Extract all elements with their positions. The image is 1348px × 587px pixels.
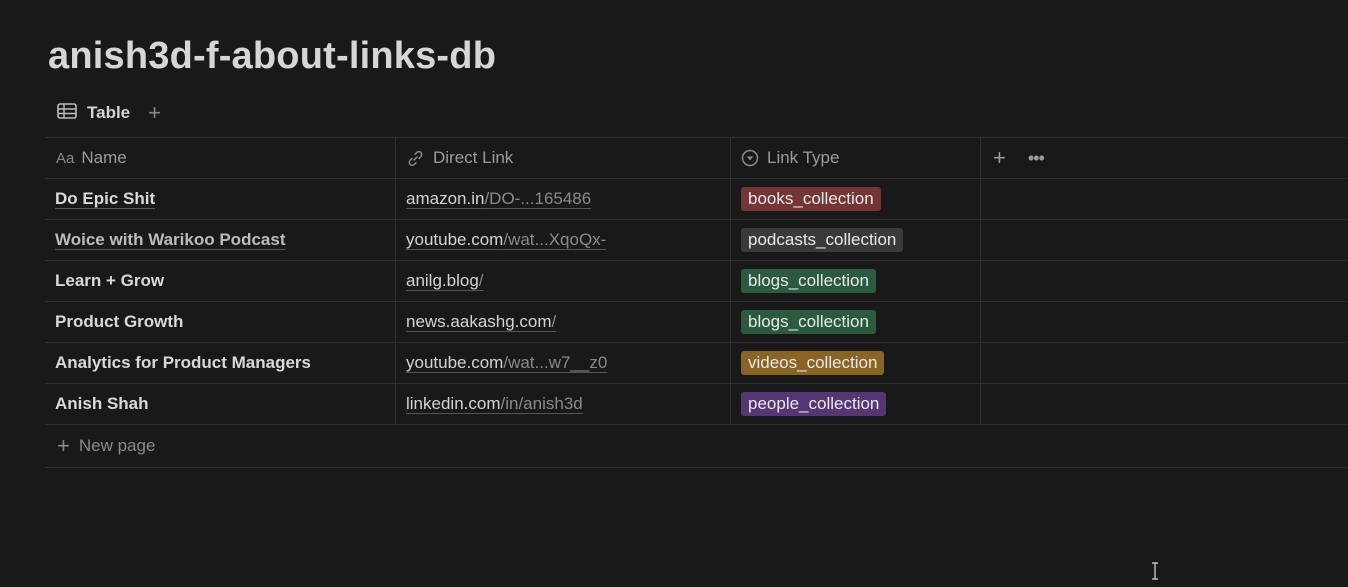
link-path: /wat...XqoQx- [503, 230, 607, 249]
table-icon [57, 102, 77, 124]
row-link[interactable]: youtube.com/wat...XqoQx- [406, 230, 606, 250]
link-host: amazon.in [406, 189, 485, 208]
more-options-icon[interactable]: ••• [1028, 148, 1045, 169]
name-cell[interactable]: Learn + Grow [45, 261, 396, 301]
table-row[interactable]: Product Growth news.aakashg.com/ blogs_c… [45, 302, 1348, 343]
header-actions: + ••• [981, 138, 1348, 178]
type-tag: blogs_collection [741, 269, 876, 293]
type-cell[interactable]: blogs_collection [731, 261, 981, 301]
link-path: /in/anish3d [500, 394, 583, 413]
type-cell[interactable]: videos_collection [731, 343, 981, 383]
row-link[interactable]: youtube.com/wat...w7__z0 [406, 353, 607, 373]
link-host: linkedin.com [406, 394, 501, 413]
page: anish3d-f-about-links-db Table + Aa Name [0, 0, 1348, 587]
link-cell[interactable]: youtube.com/wat...w7__z0 [396, 343, 731, 383]
new-page-label: New page [78, 436, 156, 455]
table-row[interactable]: Anish Shah linkedin.com/in/anish3d peopl… [45, 384, 1348, 425]
column-name-label: Name [81, 148, 127, 167]
type-cell[interactable]: books_collection [731, 179, 981, 219]
empty-cell [981, 302, 1348, 342]
link-host: news.aakashg.com [406, 312, 552, 331]
link-cell[interactable]: news.aakashg.com/ [396, 302, 731, 342]
row-name[interactable]: Analytics for Product Managers [55, 353, 311, 373]
link-host: anilg.blog [406, 271, 479, 290]
row-link[interactable]: linkedin.com/in/anish3d [406, 394, 583, 414]
link-host: youtube.com [406, 230, 504, 249]
table-row[interactable]: Learn + Grow anilg.blog/ blogs_collectio… [45, 261, 1348, 302]
add-property-icon[interactable]: + [993, 147, 1006, 169]
row-name[interactable]: Product Growth [55, 312, 183, 332]
link-path: / [478, 271, 484, 290]
column-header-name[interactable]: Aa Name [45, 138, 396, 178]
view-tabs: Table + [57, 99, 161, 127]
column-header-link[interactable]: Direct Link [396, 138, 731, 178]
type-tag: books_collection [741, 187, 881, 211]
table-row[interactable]: Do Epic Shit amazon.in/DO-...165486 book… [45, 179, 1348, 220]
row-link[interactable]: amazon.in/DO-...165486 [406, 189, 591, 209]
empty-cell [981, 261, 1348, 301]
type-tag: videos_collection [741, 351, 885, 375]
row-name[interactable]: Do Epic Shit [55, 189, 155, 209]
column-header-type[interactable]: Link Type [731, 138, 981, 178]
link-icon [406, 149, 425, 168]
row-name[interactable]: Woice with Warikoo Podcast [55, 230, 285, 250]
empty-cell [981, 384, 1348, 424]
tab-table-label: Table [87, 103, 131, 122]
link-path: / [551, 312, 557, 331]
text-property-icon: Aa [56, 149, 75, 167]
row-link[interactable]: news.aakashg.com/ [406, 312, 556, 332]
tab-table-view[interactable]: Table [57, 102, 131, 124]
link-cell[interactable]: youtube.com/wat...XqoQx- [396, 220, 731, 260]
link-cell[interactable]: amazon.in/DO-...165486 [396, 179, 731, 219]
name-cell[interactable]: Analytics for Product Managers [45, 343, 396, 383]
type-cell[interactable]: people_collection [731, 384, 981, 424]
plus-icon: + [57, 433, 70, 458]
row-link[interactable]: anilg.blog/ [406, 271, 484, 291]
column-link-label: Direct Link [433, 148, 514, 167]
type-cell[interactable]: blogs_collection [731, 302, 981, 342]
type-tag: podcasts_collection [741, 228, 904, 252]
link-path: /DO-...165486 [484, 189, 592, 208]
database-table: Aa Name Direct Link Link Type + ••• Do E… [45, 137, 1348, 468]
row-name[interactable]: Learn + Grow [55, 271, 164, 291]
type-tag: blogs_collection [741, 310, 876, 334]
table-row[interactable]: Analytics for Product Managers youtube.c… [45, 343, 1348, 384]
row-name[interactable]: Anish Shah [55, 394, 149, 414]
table-header: Aa Name Direct Link Link Type + ••• [45, 138, 1348, 179]
empty-cell [981, 343, 1348, 383]
type-tag: people_collection [741, 392, 887, 416]
empty-cell [981, 179, 1348, 219]
name-cell[interactable]: Anish Shah [45, 384, 396, 424]
link-host: youtube.com [406, 353, 504, 372]
select-icon [741, 149, 759, 167]
link-cell[interactable]: linkedin.com/in/anish3d [396, 384, 731, 424]
add-view-icon[interactable]: + [148, 102, 161, 124]
table-row[interactable]: Woice with Warikoo Podcast youtube.com/w… [45, 220, 1348, 261]
page-title[interactable]: anish3d-f-about-links-db [48, 30, 496, 82]
link-path: /wat...w7__z0 [503, 353, 608, 372]
link-cell[interactable]: anilg.blog/ [396, 261, 731, 301]
name-cell[interactable]: Woice with Warikoo Podcast [45, 220, 396, 260]
name-cell[interactable]: Do Epic Shit [45, 179, 396, 219]
empty-cell [981, 220, 1348, 260]
new-page-button[interactable]: + New page [45, 425, 1348, 468]
column-type-label: Link Type [767, 148, 840, 167]
type-cell[interactable]: podcasts_collection [731, 220, 981, 260]
text-cursor-icon [1151, 562, 1159, 580]
name-cell[interactable]: Product Growth [45, 302, 396, 342]
